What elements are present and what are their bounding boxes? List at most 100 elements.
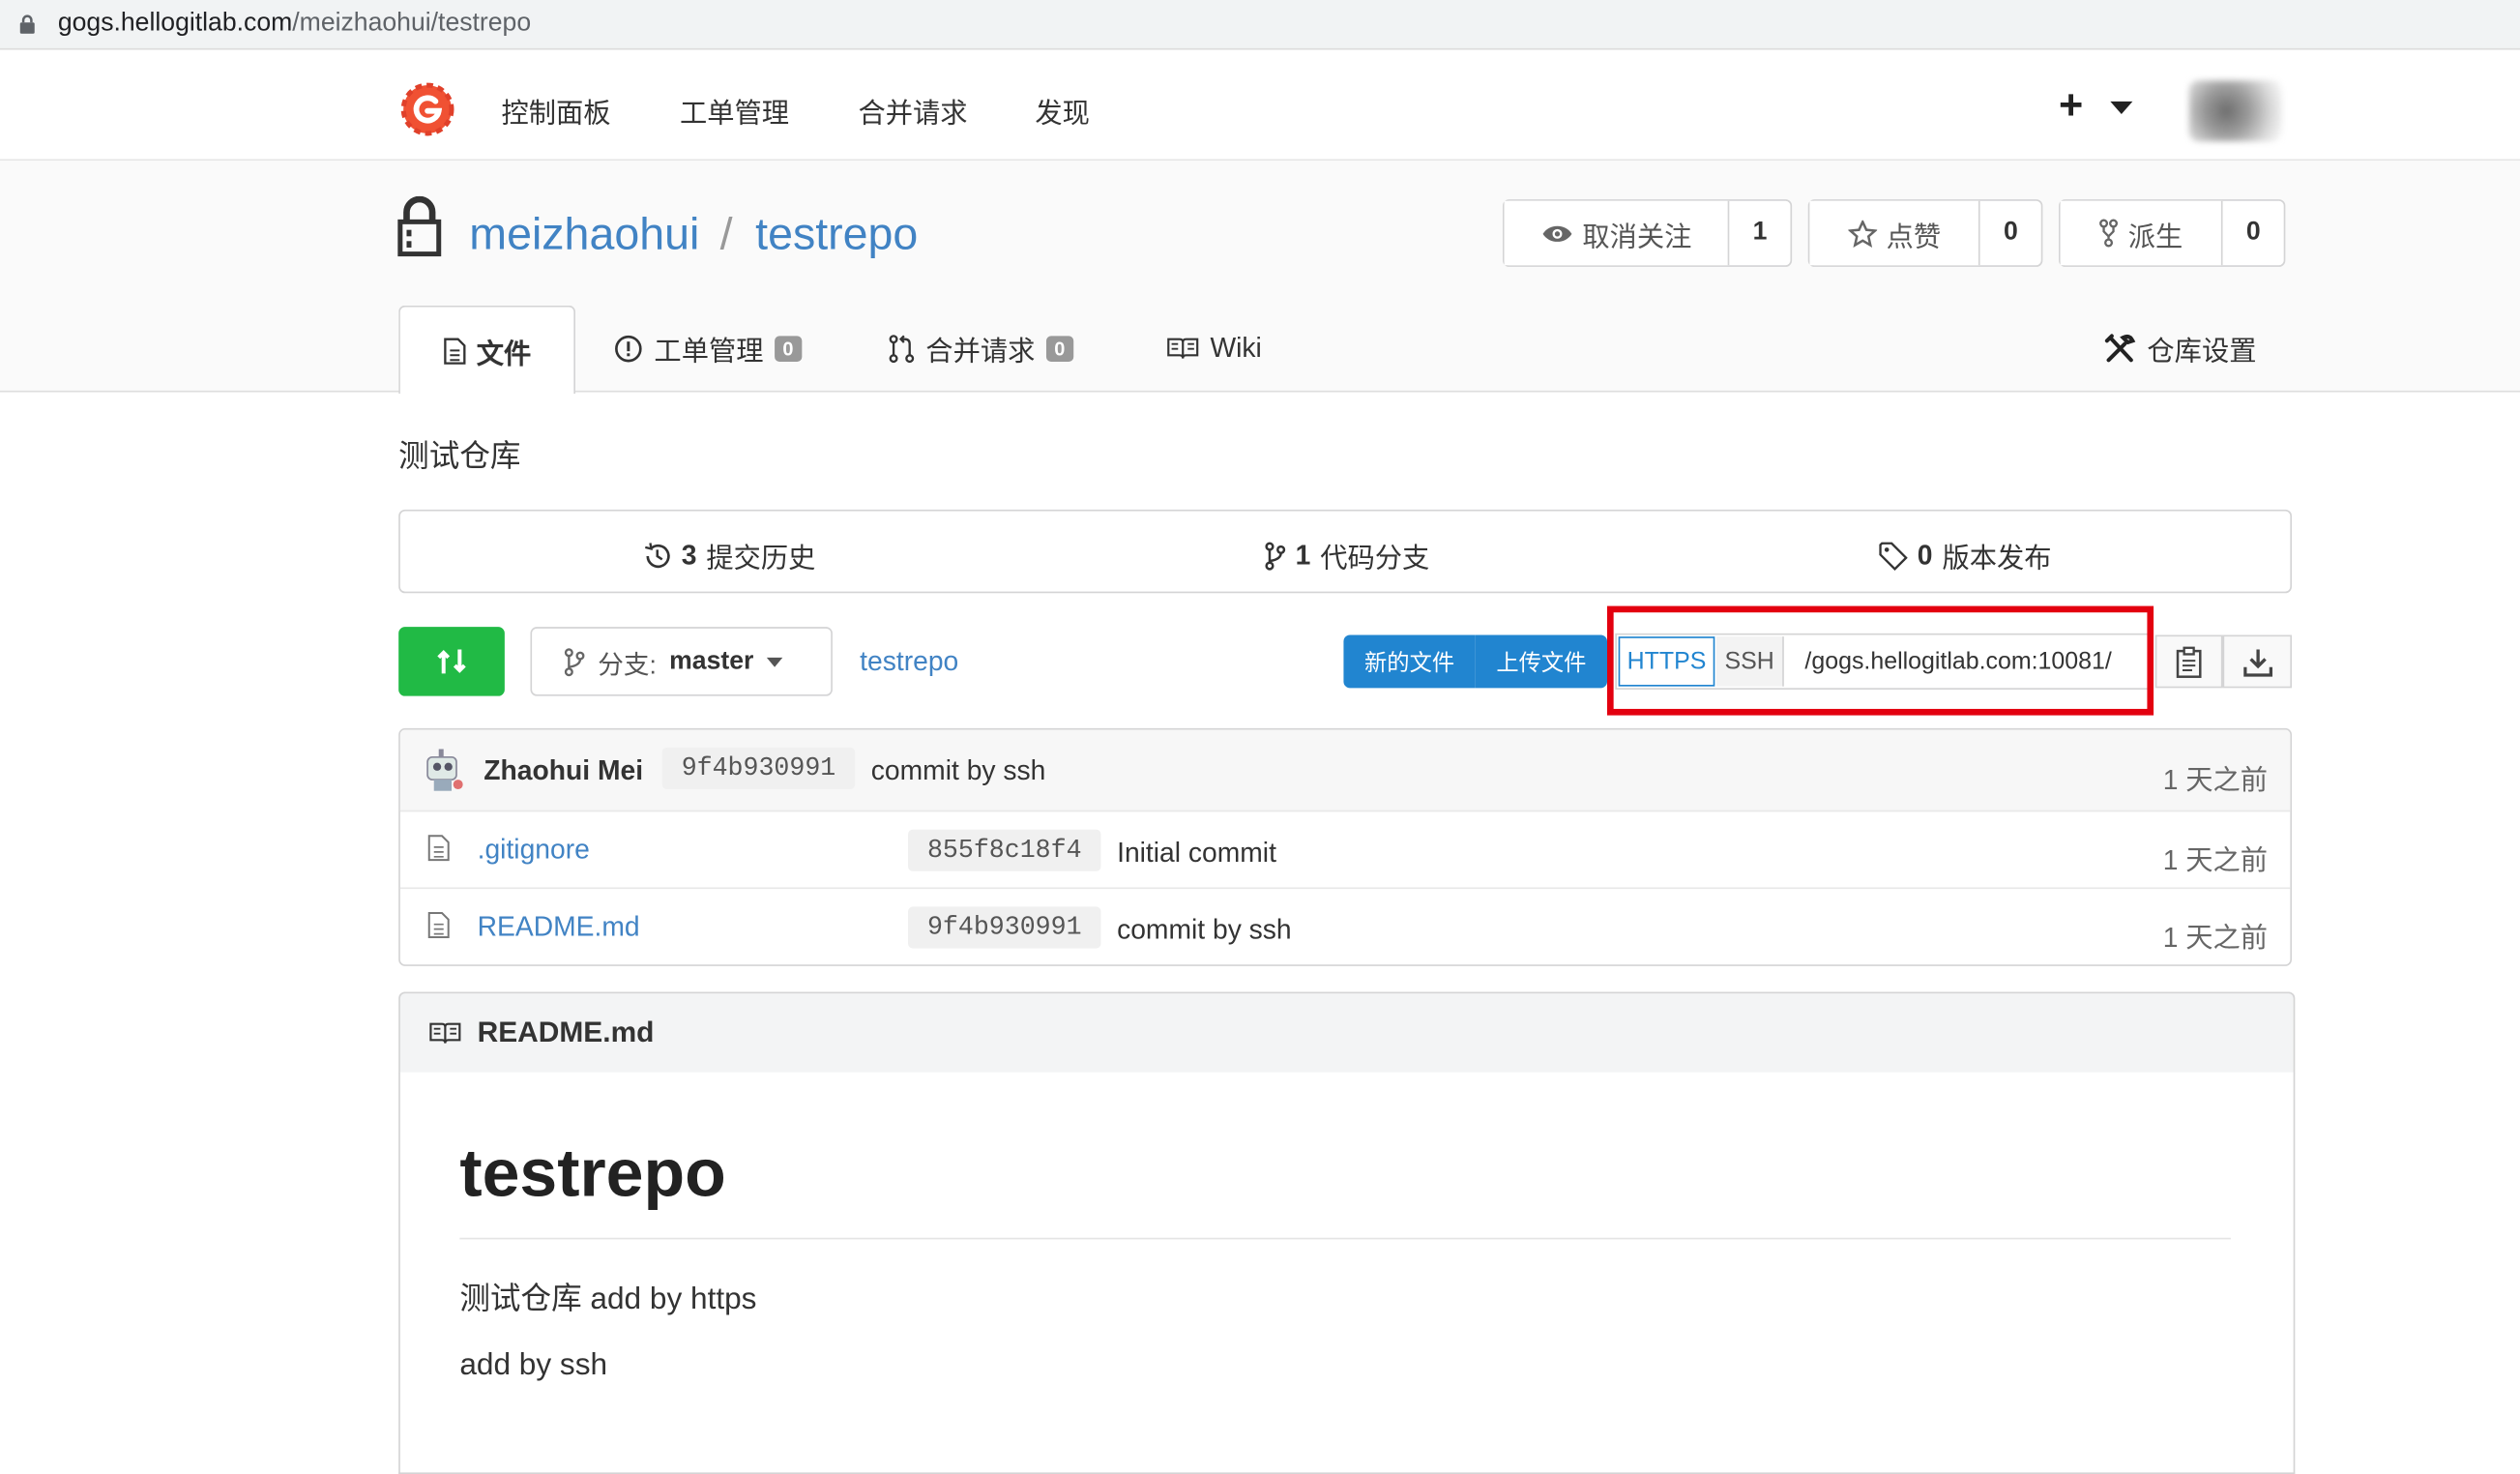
latest-commit-time: 1 天之前	[2162, 765, 2269, 796]
file-commit-time: 1 天之前	[2162, 922, 2269, 954]
fork-count[interactable]: 0	[2223, 201, 2284, 265]
issues-count-badge: 0	[775, 335, 802, 362]
star-icon	[1847, 219, 1877, 248]
tab-wiki[interactable]: Wiki	[1167, 306, 1262, 391]
tab-issues-label: 工单管理	[654, 336, 764, 367]
star-button[interactable]: 点赞	[1809, 200, 1981, 266]
tab-pulls-label: 合并请求	[925, 336, 1036, 367]
latest-commit-sha[interactable]: 9f4b930991	[661, 747, 856, 790]
branch-name: master	[669, 646, 754, 675]
tab-files[interactable]: 文件	[398, 305, 575, 395]
file-commit-sha[interactable]: 855f8c18f4	[908, 829, 1101, 871]
caret-down-icon[interactable]	[2110, 101, 2133, 116]
readme-body	[398, 1072, 2296, 1474]
history-icon	[645, 542, 670, 568]
fork-button[interactable]: 派生	[2060, 200, 2223, 266]
tab-settings[interactable]: 仓库设置	[2104, 306, 2257, 391]
browser-address-bar[interactable]: gogs.hellogitlab.com/meizhaohui/testrepo	[0, 0, 2520, 50]
address-url[interactable]: gogs.hellogitlab.com/meizhaohui/testrepo	[58, 10, 531, 39]
star-label: 点赞	[1886, 221, 1942, 252]
url-path: /meizhaohui/testrepo	[292, 9, 532, 38]
releases-count: 0	[1917, 539, 1933, 571]
tab-pulls[interactable]: 合并请求 0	[889, 306, 1073, 391]
nav-issues[interactable]: 工单管理	[680, 90, 789, 131]
tools-icon	[2104, 333, 2136, 362]
download-icon	[2242, 648, 2272, 676]
highlight-annotation-box	[1607, 605, 2154, 716]
file-row: .gitignore 855f8c18f4 Initial commit 1 天…	[399, 811, 2291, 890]
branch-selector[interactable]: 分支: master	[530, 627, 833, 696]
file-name-link[interactable]: README.md	[478, 911, 640, 943]
file-commit-message[interactable]: Initial commit	[1117, 838, 1276, 870]
branches-stat-link[interactable]: 1 代码分支	[1265, 535, 1429, 575]
tab-wiki-label: Wiki	[1210, 332, 1262, 363]
clipboard-icon	[2176, 645, 2202, 678]
compare-icon	[437, 649, 466, 674]
commit-author[interactable]: Zhaohui Mei	[483, 755, 643, 787]
commits-stat-link[interactable]: 3 提交历史	[643, 535, 816, 575]
branch-icon	[564, 647, 585, 676]
branches-label: 代码分支	[1320, 543, 1430, 575]
branch-icon	[1265, 541, 1286, 570]
file-row: README.md 9f4b930991 commit by ssh 1 天之前	[400, 889, 2291, 964]
star-count[interactable]: 0	[1980, 201, 2041, 265]
copy-clone-url-button[interactable]	[2154, 634, 2223, 689]
user-avatar[interactable]	[2188, 80, 2283, 142]
repo-name-link[interactable]: testrepo	[755, 209, 918, 260]
readme-header: README.md	[398, 991, 2296, 1075]
tab-issues[interactable]: 工单管理 0	[614, 306, 802, 391]
download-button[interactable]	[2222, 634, 2293, 689]
breadcrumb-repo-link[interactable]: testrepo	[860, 646, 958, 678]
tab-settings-label: 仓库设置	[2147, 336, 2257, 367]
tag-icon	[1879, 541, 1908, 571]
url-host: gogs.hellogitlab.com	[57, 9, 293, 38]
file-commit-sha[interactable]: 9f4b930991	[908, 906, 1101, 949]
book-icon	[429, 1022, 461, 1044]
repo-title-separator: /	[719, 209, 733, 259]
pull-request-icon	[889, 334, 915, 363]
watch-count[interactable]: 1	[1730, 201, 1791, 265]
file-name-link[interactable]: .gitignore	[478, 835, 590, 867]
readme-heading: testrepo	[459, 1135, 726, 1211]
commits-count: 3	[681, 539, 697, 571]
author-avatar[interactable]	[421, 746, 466, 794]
latest-commit-row: Zhaohui Mei 9f4b930991 commit by ssh 1 天…	[399, 729, 2291, 812]
upload-file-button[interactable]: 上传文件	[1475, 634, 1607, 689]
latest-commit-message[interactable]: commit by ssh	[871, 755, 1046, 787]
repo-owner-link[interactable]: meizhaohui	[469, 209, 699, 260]
releases-stat-link[interactable]: 0 版本发布	[1879, 535, 2052, 575]
nav-pulls[interactable]: 合并请求	[859, 90, 968, 131]
gogs-logo-icon[interactable]	[400, 82, 455, 137]
issue-opened-icon	[615, 335, 642, 362]
commits-label: 提交历史	[706, 543, 816, 575]
private-lock-icon	[397, 195, 442, 257]
branches-count: 1	[1295, 539, 1311, 571]
file-commit-message[interactable]: commit by ssh	[1117, 915, 1292, 947]
file-table: Zhaohui Mei 9f4b930991 commit by ssh 1 天…	[398, 727, 2293, 966]
file-commit-time: 1 天之前	[2162, 845, 2269, 876]
top-navbar: 控制面板 工单管理 合并请求 发现 +	[0, 57, 2520, 162]
releases-label: 版本发布	[1942, 543, 2052, 575]
repo-stats-bar: 3 提交历史 1 代码分支 0 版本发布	[398, 509, 2293, 594]
readme-filename: README.md	[477, 1016, 655, 1048]
file-icon	[427, 835, 450, 862]
file-icon	[427, 912, 450, 938]
fork-icon	[2099, 219, 2119, 248]
repo-description: 测试仓库	[398, 440, 521, 475]
dropdown-caret-icon	[766, 656, 783, 666]
readme-divider	[459, 1237, 2231, 1240]
file-text-icon	[443, 337, 465, 364]
new-file-button[interactable]: 新的文件	[1343, 634, 1476, 689]
book-icon	[1167, 338, 1199, 359]
compare-button[interactable]	[398, 627, 505, 696]
nav-explore[interactable]: 发现	[1035, 90, 1090, 131]
fork-label: 派生	[2127, 221, 2183, 252]
readme-paragraph: add by ssh	[459, 1348, 608, 1383]
pulls-count-badge: 0	[1045, 335, 1073, 362]
repo-header: meizhaohui / testrepo 取消关注 1 点赞 0 派生 0 文…	[0, 161, 2520, 395]
tab-files-label: 文件	[476, 338, 532, 369]
lock-icon	[19, 15, 35, 34]
unwatch-button[interactable]: 取消关注	[1504, 200, 1730, 266]
nav-dashboard[interactable]: 控制面板	[502, 90, 611, 131]
create-plus-button[interactable]: +	[2059, 80, 2083, 131]
